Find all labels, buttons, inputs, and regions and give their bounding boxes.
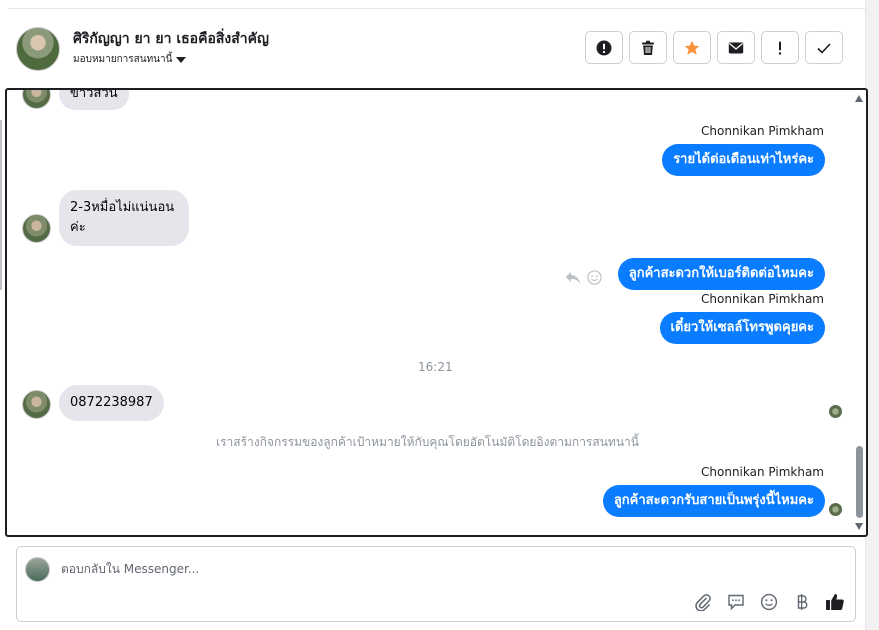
outgoing-message-bubble[interactable]: ลูกค้าสะดวกให้เบอร์ติดต่อไหมคะ: [617, 258, 825, 290]
report-spam-button[interactable]: [585, 31, 623, 64]
page-avatar: [25, 557, 50, 582]
emoji-icon[interactable]: [759, 591, 779, 613]
saved-reply-icon[interactable]: [726, 591, 746, 613]
star-icon: [684, 40, 700, 55]
incoming-message-bubble[interactable]: 0872238987: [59, 385, 164, 421]
envelope-icon: [728, 42, 744, 53]
message-actions: [565, 270, 602, 285]
seen-indicator-avatar: [829, 503, 842, 516]
exclamation-icon: [778, 41, 782, 55]
contact-avatar[interactable]: [16, 27, 60, 71]
star-button[interactable]: [673, 31, 711, 64]
seen-indicator-avatar: [829, 405, 842, 418]
follow-up-button[interactable]: [761, 31, 799, 64]
contact-message-avatar: [22, 214, 51, 243]
incoming-message-bubble[interactable]: ข้าวสวน: [59, 90, 129, 110]
trash-icon: [642, 40, 654, 55]
alert-circle-icon: [596, 40, 612, 55]
reply-input[interactable]: [61, 559, 661, 579]
scroll-up-arrow-icon[interactable]: [855, 95, 863, 102]
check-icon: [817, 42, 831, 54]
scroll-down-arrow-icon[interactable]: [855, 523, 863, 530]
assign-label: มอบหมายการสนทนานี้: [73, 54, 173, 65]
message-thread[interactable]: ข้าวสวน Chonnikan Pimkham รายได้ต่อเดือน…: [5, 88, 868, 537]
react-emoji-icon[interactable]: [587, 270, 602, 285]
outgoing-message-bubble[interactable]: รายได้ต่อเดือนเท่าไหร่คะ: [662, 144, 825, 176]
baht-icon[interactable]: [792, 591, 812, 613]
conversation-toolbar: [585, 31, 843, 64]
outgoing-message-bubble[interactable]: เดี๋ยวให้เซลล์โทรพูดคุยคะ: [659, 312, 825, 344]
conversation-header: ศิริกัญญา ยา ยา เธอคือสิ่งสำคัญ มอบหมายก…: [0, 10, 866, 90]
outgoing-message-bubble[interactable]: ลูกค้าสะดวกรับสายเป็นพรุ่งนี้ไหมคะ: [602, 485, 825, 517]
mark-done-button[interactable]: [805, 31, 843, 64]
assign-conversation-dropdown[interactable]: มอบหมายการสนทนานี้: [73, 52, 187, 67]
caret-down-icon: [176, 56, 187, 63]
contact-name[interactable]: ศิริกัญญา ยา ยา เธอคือสิ่งสำคัญ: [73, 28, 269, 50]
thumbs-up-icon[interactable]: [825, 591, 845, 613]
system-notice: เราสร้างกิจกรรมของลูกค้าเป้าหมายให้กับคุ…: [216, 435, 639, 449]
contact-message-avatar: [22, 390, 51, 419]
top-divider: [8, 8, 868, 9]
left-edge-line: [0, 120, 2, 290]
contact-message-avatar: [22, 90, 51, 109]
paperclip-icon[interactable]: [693, 591, 713, 613]
reply-composer: [16, 546, 856, 622]
composer-toolbar: [693, 591, 845, 613]
page: ศิริกัญญา ยา ยา เธอคือสิ่งสำคัญ มอบหมายก…: [0, 0, 879, 630]
delete-button[interactable]: [629, 31, 667, 64]
scroll-thumb[interactable]: [856, 446, 863, 518]
time-divider: 16:21: [418, 360, 453, 374]
thread-scrollbar[interactable]: [852, 90, 866, 535]
reply-icon[interactable]: [565, 271, 581, 285]
message-sender-name: Chonnikan Pimkham: [701, 124, 824, 138]
message-sender-name: Chonnikan Pimkham: [701, 292, 824, 306]
incoming-message-bubble[interactable]: 2-3หมื่อไม่แน่นอนค่ะ: [59, 190, 189, 246]
message-sender-name: Chonnikan Pimkham: [701, 465, 824, 479]
mark-unread-button[interactable]: [717, 31, 755, 64]
